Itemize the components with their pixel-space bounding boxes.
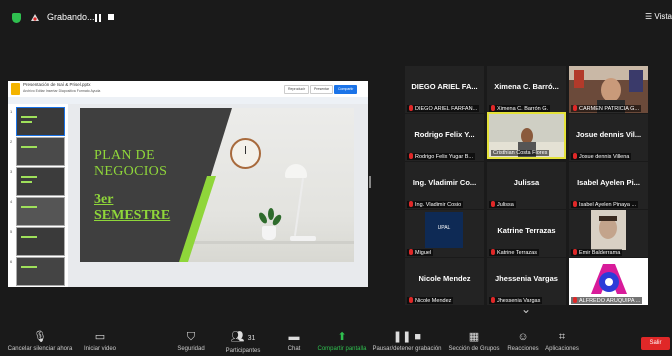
muted-mic-icon: [491, 249, 495, 255]
slide-thumbnail[interactable]: 1: [10, 107, 65, 136]
slide-title: PLAN DE NEGOCIOS: [94, 148, 168, 179]
muted-mic-icon: [573, 153, 577, 159]
slide-thumbnail[interactable]: 5: [10, 227, 65, 256]
stop-recording-icon[interactable]: [108, 14, 114, 20]
participant-tile[interactable]: Josue dennis Vil... Josue dennis Villena: [569, 114, 648, 161]
slide-thumbnails: 1 2 3 4 5 6: [8, 104, 68, 287]
muted-mic-icon: [409, 249, 413, 255]
participants-button[interactable]: 👥︎ 31 Participantes: [222, 330, 264, 354]
participant-tile[interactable]: UPAL Miguel: [405, 210, 484, 257]
participant-tile[interactable]: Nicole Mendez Nicole Mendez: [405, 258, 484, 305]
present-button[interactable]: Presentar: [310, 85, 334, 94]
slide-thumbnail[interactable]: 2: [10, 137, 65, 166]
muted-mic-icon: [409, 201, 413, 207]
pause-stop-icon: ❚❚ ■: [392, 331, 422, 343]
security-button[interactable]: ⛉ Seguridad: [172, 330, 210, 352]
muted-mic-icon: [573, 201, 577, 207]
shared-screen: Presentación de Isaí & Prisel.pptx Archi…: [8, 81, 368, 287]
start-video-button[interactable]: ▭ Iniciar video: [80, 330, 120, 352]
slide-thumbnail[interactable]: 6: [10, 257, 65, 286]
shield-icon: ⛉: [186, 331, 196, 343]
slide-canvas-area: PLAN DE NEGOCIOS 3er SEMESTRE: [68, 104, 368, 287]
app-menu-bar: Archivo Editar Insertar Diapositiva Form…: [23, 89, 101, 93]
apps-button[interactable]: ⌗ Aplicaciones: [544, 330, 580, 352]
participants-icon: 👥︎ 31: [230, 331, 256, 343]
muted-mic-icon: [573, 297, 577, 303]
share-doc-button[interactable]: Compartir: [334, 85, 358, 94]
clock-picture: [230, 138, 261, 169]
breakout-rooms-button[interactable]: ▦ Sección de Grupos: [448, 330, 500, 352]
slide-thumbnail[interactable]: 4: [10, 197, 65, 226]
participant-tile-video[interactable]: CARMEN PATRICIA G...: [569, 66, 648, 113]
participant-tile[interactable]: DIEGO ARIEL FA... DIEGO ARIEL FARFAN...: [405, 66, 484, 113]
breakout-rooms-icon: ▦: [468, 331, 480, 343]
slide-subtitle: 3er SEMESTRE: [94, 192, 171, 223]
share-screen-icon: ⬆: [337, 331, 347, 343]
participant-tile[interactable]: Jhessenia Vargas Jhessenia Vargas: [487, 258, 566, 305]
pause-stop-recording-button[interactable]: ❚❚ ■ Pausar/detener grabación: [372, 330, 442, 352]
muted-mic-icon: [491, 297, 495, 303]
muted-mic-icon: [409, 153, 413, 159]
muted-mic-icon: [409, 297, 413, 303]
participant-tile[interactable]: Emir Balderrama: [569, 210, 648, 257]
meeting-top-bar: Grabando... Vista: [0, 0, 672, 36]
participant-tile[interactable]: Katrine Terrazas Katrine Terrazas: [487, 210, 566, 257]
plant-picture: [262, 226, 276, 240]
security-shield-icon[interactable]: [12, 13, 21, 23]
muted-mic-icon: [573, 105, 577, 111]
pause-recording-icon[interactable]: [95, 14, 102, 22]
view-button[interactable]: Vista: [645, 12, 672, 21]
play-button[interactable]: Reproducir: [284, 85, 310, 94]
leave-button[interactable]: Salir: [641, 337, 670, 350]
muted-mic-icon: [491, 105, 495, 111]
participant-tile[interactable]: Rodrigo Felix Y... Rodrigo Felix Yugar B…: [405, 114, 484, 161]
reactions-icon: ☺: [517, 331, 529, 343]
muted-mic-icon: [491, 201, 495, 207]
participant-tile[interactable]: Julissa Julissa: [487, 162, 566, 209]
participant-tile[interactable]: Ing. Vladimir Co... Ing. Vladimir Cosio: [405, 162, 484, 209]
slide-thumbnail[interactable]: 3: [10, 167, 65, 196]
participant-tile[interactable]: ALFREDO ARUQUIPA ...: [569, 258, 648, 305]
participants-count: 31: [247, 335, 256, 342]
institution-logo: UPAL: [425, 212, 463, 248]
participant-tile[interactable]: Isabel Ayelen Pi... Isabel Ayelen Pinaya…: [569, 162, 648, 209]
reactions-button[interactable]: ☺ Reacciones: [504, 330, 542, 352]
unmute-button[interactable]: 🎙︎ Cancelar silenciar ahora: [6, 330, 74, 352]
slides-app-header: Presentación de Isaí & Prisel.pptx Archi…: [8, 81, 368, 97]
muted-mic-icon: [573, 249, 577, 255]
muted-mic-icon: [409, 105, 413, 111]
recording-status: Grabando...: [47, 12, 95, 22]
next-page-chevron-icon[interactable]: [518, 302, 534, 318]
current-slide: PLAN DE NEGOCIOS 3er SEMESTRE: [80, 108, 354, 262]
chat-icon: ▬: [288, 331, 300, 343]
apps-icon: ⌗: [558, 331, 566, 343]
slides-logo-icon: [11, 83, 20, 95]
video-off-icon: ▭: [94, 331, 106, 343]
recording-icon: [31, 14, 39, 21]
document-title: Presentación de Isaí & Prisel.pptx: [23, 82, 91, 87]
muted-microphone-icon: 🎙︎: [33, 331, 47, 343]
meeting-toolbar: 🎙︎ Cancelar silenciar ahora ▭ Iniciar vide…: [0, 330, 672, 356]
split-view-handle[interactable]: [369, 176, 371, 188]
participant-tile[interactable]: Ximena C. Barró... Ximena C. Barrón G.: [487, 66, 566, 113]
chat-button[interactable]: ▬ Chat: [284, 330, 304, 352]
share-screen-button[interactable]: ⬆ Compartir pantalla: [314, 330, 370, 352]
participant-tile-active-speaker[interactable]: Cristhian Costa Flores: [487, 112, 566, 159]
